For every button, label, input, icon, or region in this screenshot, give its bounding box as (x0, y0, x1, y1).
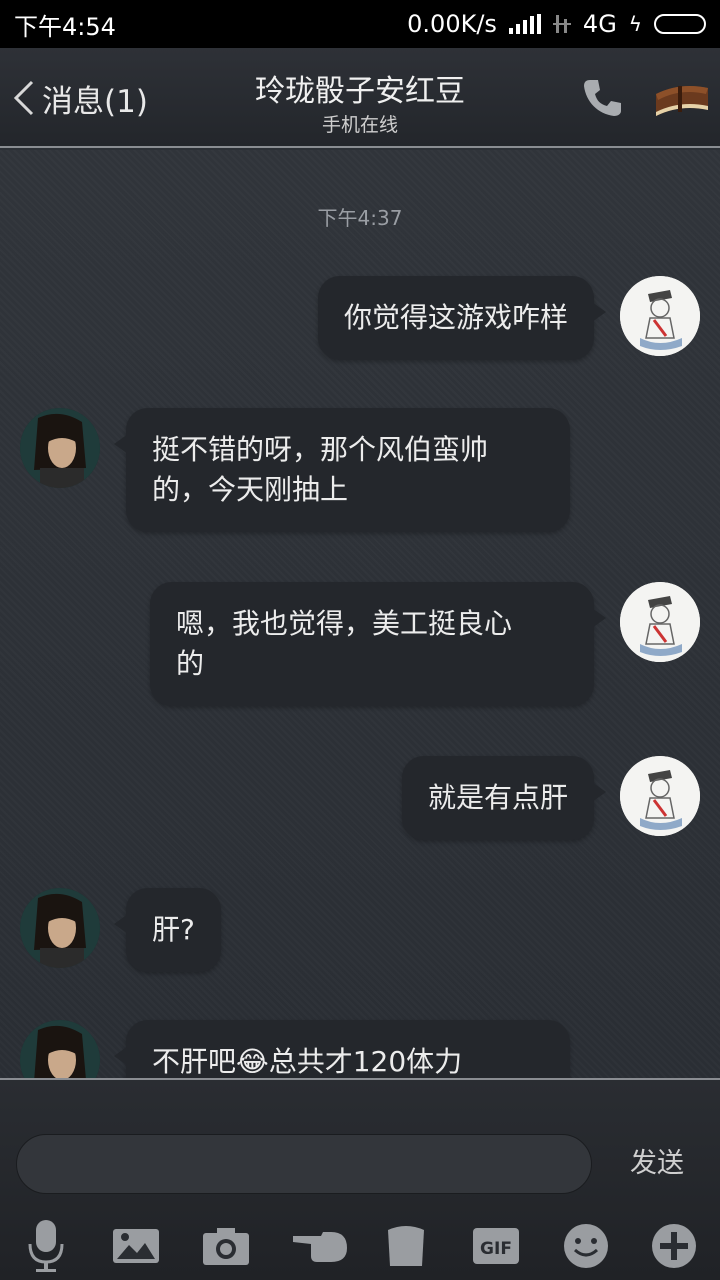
message-bubble[interactable]: 嗯，我也觉得，美工挺良心 的 (150, 582, 606, 706)
sketch-boy-avatar-icon (620, 756, 700, 836)
chevron-left-icon (13, 80, 34, 116)
call-button[interactable] (578, 74, 626, 122)
message-bubble[interactable]: 就是有点肝 (401, 756, 607, 840)
message-text: 的 (176, 647, 205, 680)
message-text: 肝? (152, 913, 195, 946)
network-speed: 0.00K/s (407, 10, 497, 38)
online-status: 手机在线 (321, 114, 398, 136)
message-text: 嗯，我也觉得，美工挺良心 (176, 607, 513, 640)
emoji-icon (564, 1224, 608, 1268)
warrior-avatar-icon (20, 888, 100, 968)
my-avatar[interactable] (620, 756, 700, 836)
back-button[interactable]: 消息(1) (10, 70, 148, 126)
plus-icon (652, 1224, 696, 1268)
chat-area[interactable]: 下午4:37 你觉得这游戏咋样 挺不错的呀，那个风伯蛮帅 的，今天刚抽上 嗯，我… (0, 150, 720, 1078)
book-icon (656, 86, 708, 116)
message-text: 你觉得这游戏咋样 (343, 301, 568, 334)
sim-signal-icon (552, 15, 571, 33)
message-bubble[interactable]: 挺不错的呀，那个风伯蛮帅 的，今天刚抽上 (114, 408, 570, 532)
image-button[interactable] (106, 1216, 166, 1276)
my-avatar[interactable] (620, 276, 700, 356)
message-text: 就是有点肝 (427, 781, 568, 814)
message-text: 的，今天刚抽上 (152, 473, 349, 506)
charging-bolt-icon: ϟ (628, 12, 642, 36)
cup-icon (388, 1226, 424, 1266)
status-right: 0.00K/s 4G ϟ (407, 10, 706, 38)
more-button[interactable] (644, 1216, 704, 1276)
message-bubble[interactable]: 你觉得这游戏咋样 (317, 276, 607, 360)
camera-button[interactable] (196, 1216, 256, 1276)
status-time: 下午4:54 (14, 12, 116, 41)
network-type: 4G (582, 10, 617, 38)
message-bubble[interactable]: 肝? (114, 888, 221, 972)
emoji-button[interactable] (556, 1216, 616, 1276)
warrior-avatar-icon (20, 408, 100, 488)
camera-icon (203, 1228, 249, 1265)
notes-button[interactable] (650, 74, 714, 122)
contact-avatar[interactable] (20, 1020, 100, 1078)
sketch-boy-avatar-icon (620, 582, 700, 662)
microphone-icon (28, 1220, 64, 1272)
send-button[interactable]: 发送 (612, 1140, 702, 1188)
back-label: 消息(1) (42, 83, 148, 120)
poke-button[interactable] (286, 1216, 356, 1276)
message-text: 不肝吧😂总共才120体力 (152, 1045, 463, 1078)
my-avatar[interactable] (620, 582, 700, 662)
sketch-boy-avatar-icon (620, 276, 700, 356)
input-toolbar: GIF (0, 1210, 720, 1280)
input-bar: 发送 GIF (0, 1078, 720, 1280)
contact-avatar[interactable] (20, 888, 100, 968)
phone-icon (584, 80, 621, 116)
image-icon (113, 1229, 159, 1263)
message-timestamp: 下午4:37 (317, 206, 403, 230)
chat-header: 消息(1) 玲珑骰子安红豆 手机在线 (0, 48, 720, 148)
battery-icon (654, 14, 706, 34)
svg-text:GIF: GIF (480, 1239, 512, 1259)
warrior-avatar-icon (20, 1020, 100, 1078)
cup-button[interactable] (376, 1216, 436, 1276)
contact-avatar[interactable] (20, 408, 100, 488)
gif-icon: GIF (473, 1228, 519, 1264)
message-input[interactable] (16, 1134, 592, 1194)
voice-button[interactable] (16, 1216, 76, 1276)
signal-icon (508, 14, 541, 34)
message-text: 挺不错的呀，那个风伯蛮帅 (152, 433, 489, 466)
poke-hand-icon (293, 1232, 347, 1262)
gif-button[interactable]: GIF (466, 1216, 526, 1276)
contact-name: 玲珑骰子安红豆 (255, 74, 465, 109)
message-bubble[interactable]: 不肝吧😂总共才120体力 (114, 1020, 570, 1078)
status-bar: 下午4:54 0.00K/s 4G ϟ (0, 0, 720, 48)
